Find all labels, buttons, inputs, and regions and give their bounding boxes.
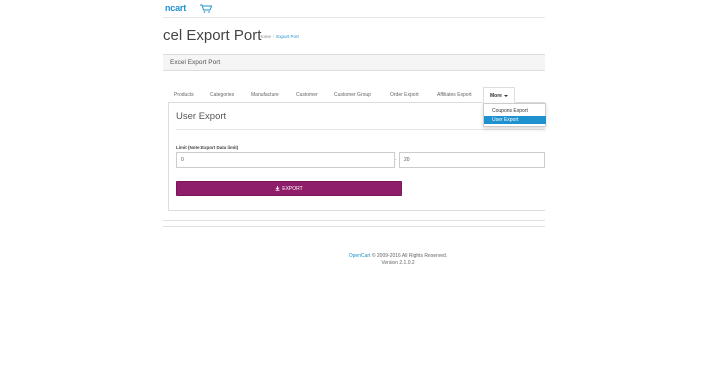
breadcrumb-separator: /	[273, 34, 275, 39]
dropdown-item-coupons-export[interactable]: Coupons Export	[484, 107, 546, 115]
download-icon	[275, 186, 280, 191]
section-title: User Export	[176, 111, 227, 122]
export-button-label: EXPORT	[282, 186, 303, 192]
breadcrumb: Home / Export Port	[259, 34, 299, 39]
range-separator: -	[395, 157, 397, 163]
dropdown-item-user-export[interactable]: User Export	[484, 116, 546, 124]
footer-version: Version 2.1.0.2	[381, 260, 415, 266]
tab-more-label: More	[490, 93, 502, 99]
page-title: cel Export Port	[163, 27, 262, 44]
opencart-logo[interactable]: ncart	[165, 3, 186, 13]
tab-customer[interactable]: Customer	[296, 87, 318, 103]
section-divider	[176, 129, 545, 130]
limit-label: Limit (Note:Export Data limit)	[176, 145, 239, 150]
top-header: ncart	[163, 0, 545, 18]
more-dropdown-menu: Coupons Export User Export	[483, 103, 546, 127]
caret-down-icon	[503, 94, 508, 97]
limit-from-input[interactable]: 0	[176, 152, 395, 168]
cart-icon	[200, 4, 212, 13]
tab-order-export[interactable]: Order Export	[390, 87, 419, 103]
breadcrumb-home[interactable]: Home	[259, 34, 271, 39]
tab-affiliates-export[interactable]: Affiliates Export	[437, 87, 472, 103]
limit-to-input[interactable]: 20	[399, 152, 545, 168]
footer-opencart-link[interactable]: OpenCart	[349, 253, 371, 259]
footer-copyright: © 2009-2016 All Rights Reserved.	[370, 253, 448, 259]
breadcrumb-current[interactable]: Export Port	[276, 34, 299, 39]
content-divider	[163, 220, 545, 221]
export-button[interactable]: EXPORT	[176, 181, 402, 196]
tab-products[interactable]: Products	[174, 87, 194, 103]
export-tabs: Products Categories Manufacture Customer…	[168, 87, 545, 103]
tab-more[interactable]: More	[483, 87, 515, 103]
panel-heading: Excel Export Port	[163, 54, 545, 71]
footer: OpenCart © 2009-2016 All Rights Reserved…	[250, 253, 546, 267]
tab-manufacture[interactable]: Manufacture	[251, 87, 279, 103]
tab-categories[interactable]: Categories	[210, 87, 234, 103]
tab-customer-group[interactable]: Customer Group	[334, 87, 371, 103]
panel-heading-title: Excel Export Port	[170, 59, 221, 66]
footer-divider	[163, 226, 545, 227]
footer-copyright-line: OpenCart © 2009-2016 All Rights Reserved…	[250, 253, 546, 260]
